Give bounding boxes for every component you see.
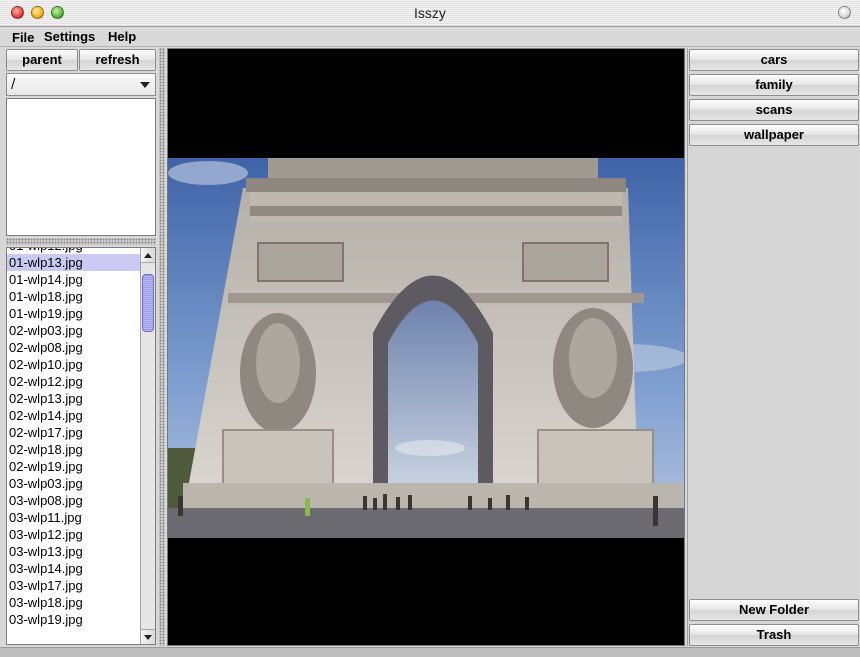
list-item[interactable]: 02-wlp08.jpg bbox=[7, 339, 140, 356]
folder-button-family[interactable]: family bbox=[689, 74, 859, 96]
window-title: Isszy bbox=[414, 5, 446, 21]
list-item[interactable]: 03-wlp08.jpg bbox=[7, 492, 140, 509]
directory-tree[interactable] bbox=[6, 98, 156, 236]
vertical-splitter[interactable] bbox=[159, 48, 165, 646]
list-item[interactable]: 03-wlp03.jpg bbox=[7, 475, 140, 492]
list-item-selected[interactable]: 01-wlp13.jpg bbox=[7, 254, 140, 271]
list-item[interactable]: 03-wlp14.jpg bbox=[7, 560, 140, 577]
folder-button-scans[interactable]: scans bbox=[689, 99, 859, 121]
file-list-scrollbar[interactable] bbox=[140, 248, 155, 644]
new-folder-button[interactable]: New Folder bbox=[689, 599, 859, 621]
list-item[interactable]: 03-wlp17.jpg bbox=[7, 577, 140, 594]
arc-de-triomphe-photo bbox=[168, 158, 684, 538]
path-dropdown[interactable]: / bbox=[6, 73, 156, 96]
folders-panel: cars family scans wallpaper New Folder Tras… bbox=[687, 48, 859, 646]
menu-bar: File Settings Help bbox=[0, 27, 860, 47]
folder-button-wallpaper[interactable]: wallpaper bbox=[689, 124, 859, 146]
list-item[interactable]: 02-wlp10.jpg bbox=[7, 356, 140, 373]
list-item[interactable]: 02-wlp17.jpg bbox=[7, 424, 140, 441]
file-list-items: 01-wlp12.jpg01-wlp13.jpg01-wlp14.jpg01-w… bbox=[7, 248, 140, 628]
list-item[interactable]: 01-wlp19.jpg bbox=[7, 305, 140, 322]
file-list[interactable]: 01-wlp12.jpg01-wlp13.jpg01-wlp14.jpg01-w… bbox=[6, 247, 156, 645]
title-bar[interactable]: Isszy bbox=[0, 0, 860, 27]
scroll-up-arrow-icon[interactable] bbox=[141, 248, 155, 263]
list-item[interactable]: 02-wlp19.jpg bbox=[7, 458, 140, 475]
list-item[interactable]: 02-wlp12.jpg bbox=[7, 373, 140, 390]
menu-help[interactable]: Help bbox=[108, 29, 136, 44]
list-item[interactable]: 03-wlp11.jpg bbox=[7, 509, 140, 526]
list-item[interactable]: 02-wlp18.jpg bbox=[7, 441, 140, 458]
list-item[interactable]: 03-wlp13.jpg bbox=[7, 543, 140, 560]
list-item[interactable]: 01-wlp14.jpg bbox=[7, 271, 140, 288]
app-window: Isszy File Settings Help parent refresh … bbox=[0, 0, 860, 657]
image-viewer bbox=[167, 48, 685, 646]
scroll-down-arrow-icon[interactable] bbox=[141, 629, 155, 644]
chevron-down-icon bbox=[140, 82, 150, 88]
toolbar-toggle-icon[interactable] bbox=[838, 6, 851, 19]
scrollbar-thumb[interactable] bbox=[142, 274, 154, 332]
folder-button-cars[interactable]: cars bbox=[689, 49, 859, 71]
horizontal-splitter[interactable] bbox=[6, 238, 156, 245]
path-value: / bbox=[11, 77, 16, 92]
refresh-button[interactable]: refresh bbox=[79, 49, 156, 71]
list-item[interactable]: 02-wlp14.jpg bbox=[7, 407, 140, 424]
list-item[interactable]: 03-wlp19.jpg bbox=[7, 611, 140, 628]
trash-button[interactable]: Trash bbox=[689, 624, 859, 646]
menu-settings[interactable]: Settings bbox=[44, 29, 95, 44]
list-item[interactable]: 01-wlp18.jpg bbox=[7, 288, 140, 305]
list-item[interactable]: 02-wlp03.jpg bbox=[7, 322, 140, 339]
menu-file[interactable]: File bbox=[10, 29, 34, 46]
list-item[interactable]: 03-wlp18.jpg bbox=[7, 594, 140, 611]
parent-button[interactable]: parent bbox=[6, 49, 78, 71]
list-item[interactable]: 02-wlp13.jpg bbox=[7, 390, 140, 407]
list-item[interactable]: 03-wlp12.jpg bbox=[7, 526, 140, 543]
list-item[interactable]: 01-wlp12.jpg bbox=[7, 248, 140, 254]
